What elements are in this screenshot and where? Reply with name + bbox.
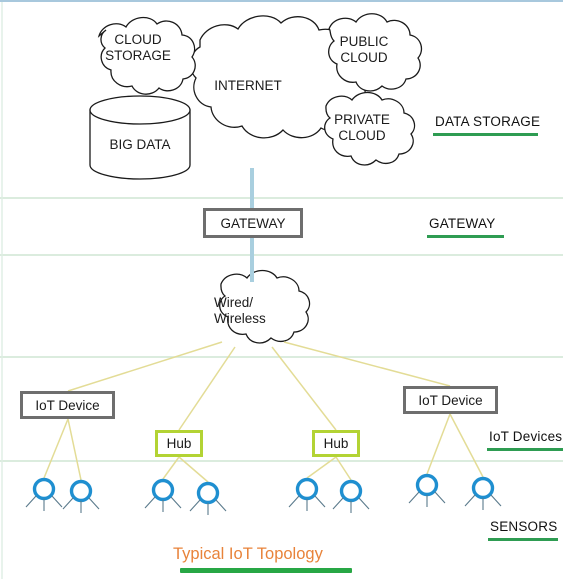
layer-label-data-storage: DATA STORAGE (435, 114, 541, 129)
hub-right-box[interactable]: Hub (312, 430, 360, 457)
sensor-7[interactable] (408, 473, 446, 508)
gateway-box-label: GATEWAY (220, 215, 286, 231)
private-cloud-label-line1: PRIVATE (334, 112, 390, 127)
layer-label-data-storage-underline (433, 133, 538, 136)
hub-right-label: Hub (323, 436, 349, 451)
sensor-3[interactable] (144, 478, 182, 513)
layer-label-gateway: GATEWAY (429, 216, 496, 231)
gateway-box[interactable]: GATEWAY (203, 208, 303, 238)
layer-label-sensors: SENSORS (490, 519, 558, 534)
link-network-to-hub-left (178, 346, 236, 431)
sensor-2[interactable] (62, 479, 100, 514)
layer-label-iot-devices: IoT Devices (489, 429, 563, 444)
cloud-storage-label-line1: CLOUD (114, 32, 162, 47)
sensor-5[interactable] (288, 477, 326, 512)
iot-device-left-label: IoT Device (35, 397, 100, 413)
internet-label-line1: INTERNET (214, 78, 282, 93)
cloud-storage-label-line2: STORAGE (105, 47, 171, 63)
cloud-storage-label: CLOUD STORAGE (103, 32, 173, 63)
page-title: Typical IoT Topology (173, 545, 323, 563)
public-cloud-label-line1: PUBLIC (339, 34, 389, 49)
wired-wireless-label-line1: Wired/ (214, 295, 254, 310)
link-iot-right-to-sensor-8 (449, 413, 484, 478)
link-iot-left-to-sensor-1 (43, 418, 69, 479)
sensor-group (25, 473, 502, 516)
iot-device-left-box[interactable]: IoT Device (20, 391, 115, 419)
hub-left-label: Hub (166, 436, 192, 451)
public-cloud-label: PUBLIC CLOUD (332, 34, 396, 65)
link-iot-left-to-sensor-2 (67, 418, 82, 481)
iot-device-right-box[interactable]: IoT Device (403, 386, 498, 414)
sensor-4[interactable] (189, 481, 227, 516)
wired-wireless-label-line2: Wireless (214, 310, 266, 326)
link-hub-right-to-sensor-5 (306, 456, 337, 479)
hub-left-box[interactable]: Hub (155, 430, 203, 457)
page-title-underline (180, 568, 352, 573)
link-iot-right-to-sensor-7 (426, 413, 451, 475)
link-network-to-hub-right (271, 346, 337, 431)
layer-label-sensors-underline (488, 538, 558, 541)
big-data-label: BIG DATA (109, 137, 171, 152)
iot-topology-diagram: CLOUD STORAGE INTERNET PUBLIC CLOUD PRIV… (0, 0, 563, 579)
layer-label-iot-devices-underline (487, 448, 563, 451)
public-cloud-label-line2: CLOUD (340, 49, 388, 65)
sensor-1[interactable] (25, 477, 63, 512)
internet-label: INTERNET (208, 78, 288, 94)
sensor-8[interactable] (464, 476, 502, 511)
wired-wireless-label: Wired/ Wireless (214, 295, 290, 326)
private-cloud-label: PRIVATE CLOUD (328, 112, 396, 143)
private-cloud-label-line2: CLOUD (338, 127, 386, 143)
layer-label-gateway-underline (427, 235, 504, 238)
sensor-6[interactable] (332, 479, 370, 514)
link-network-to-iot-device-right (283, 341, 451, 387)
iot-device-right-label: IoT Device (418, 392, 483, 408)
link-network-to-iot-device-left (67, 341, 223, 392)
